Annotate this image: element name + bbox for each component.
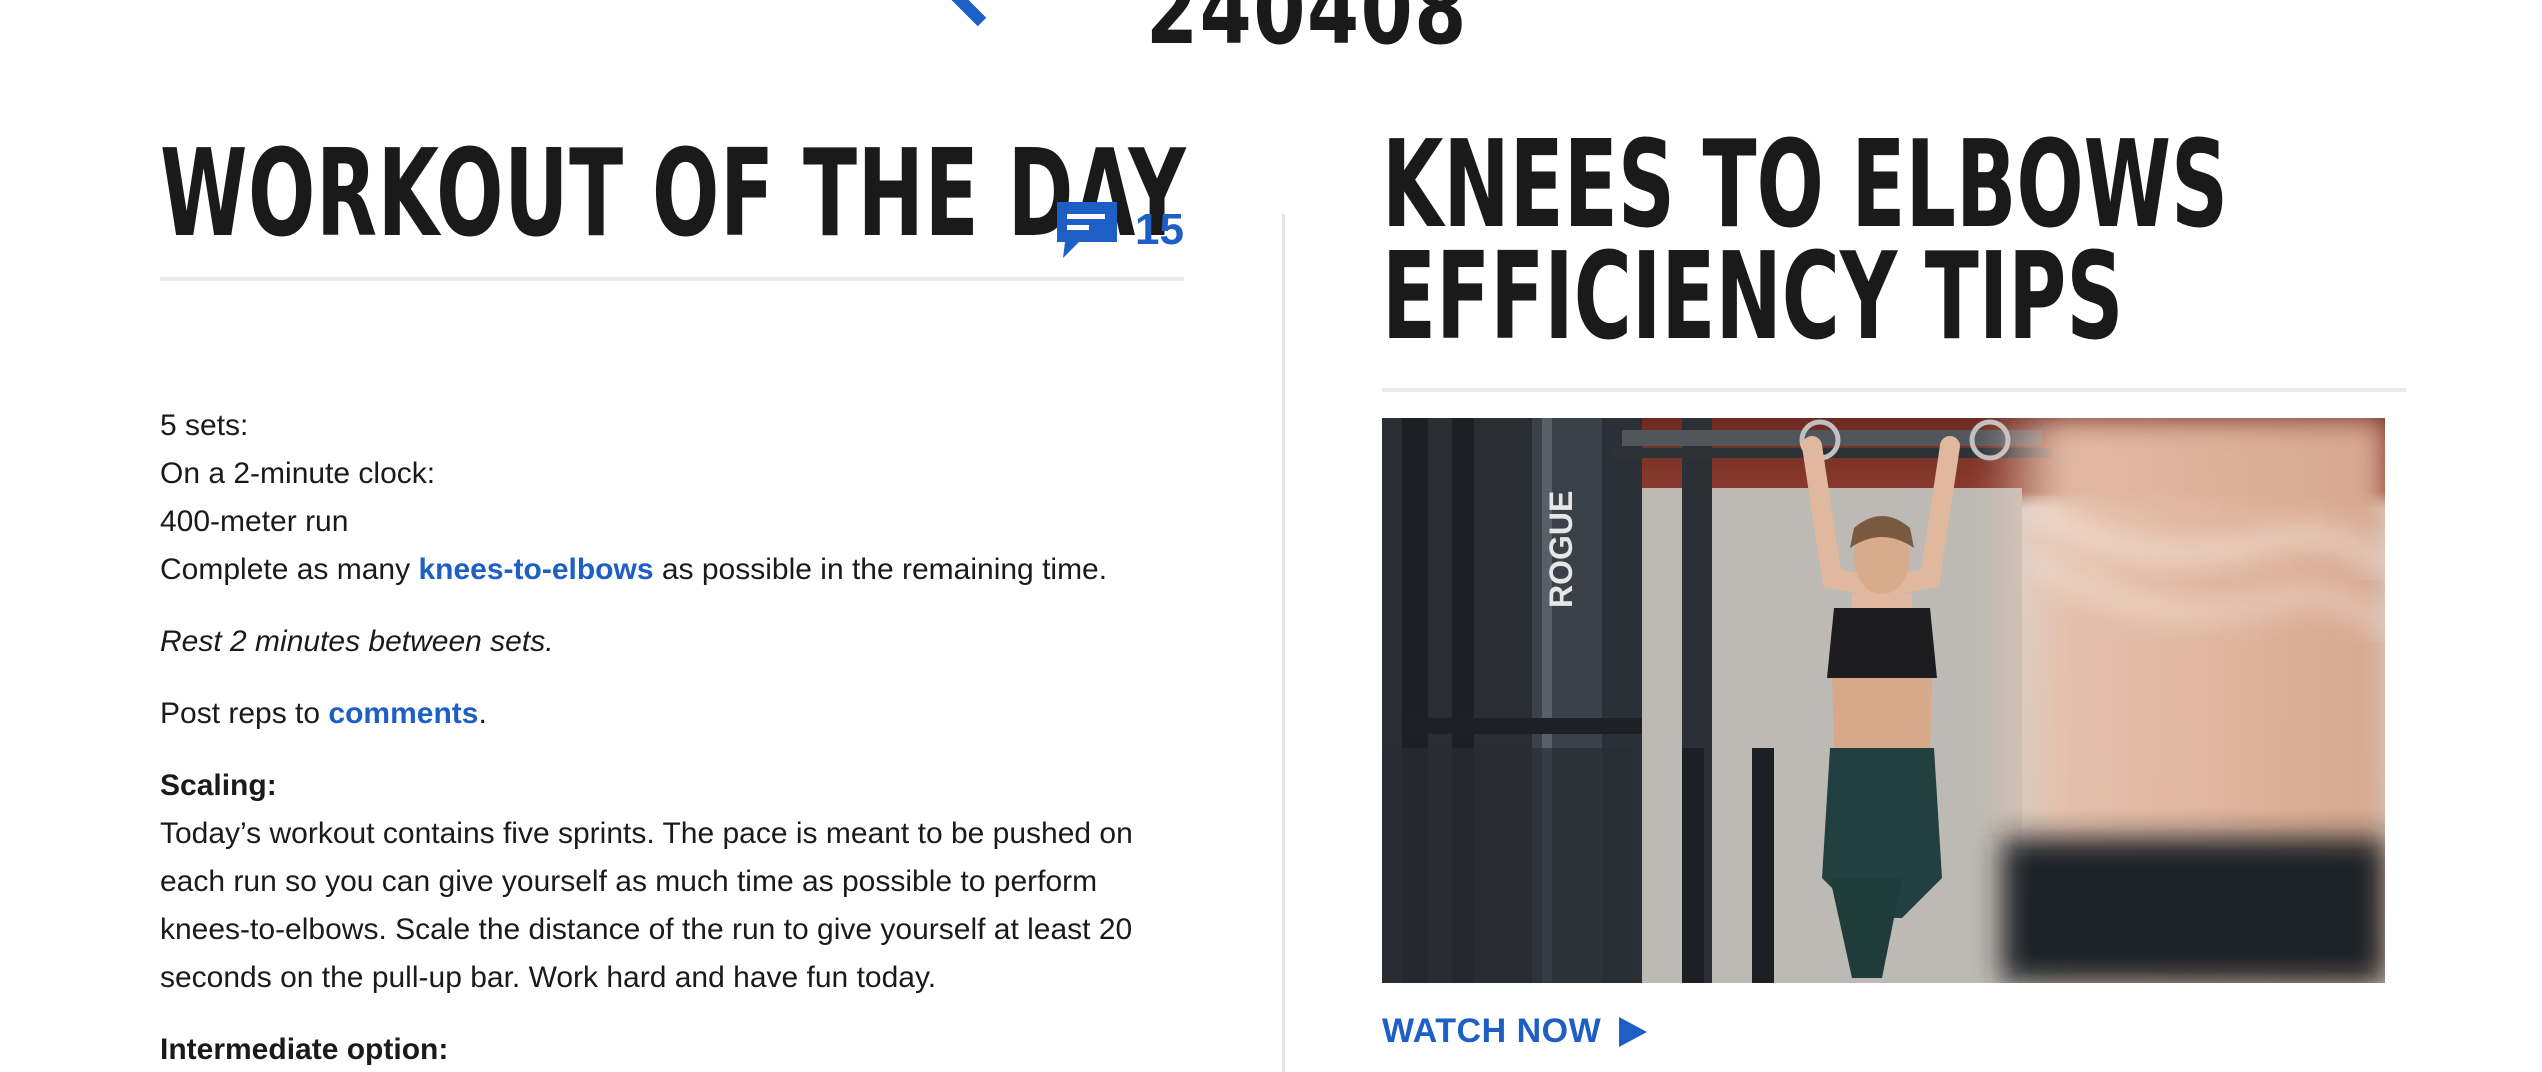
watch-now-button[interactable]: WATCH NOW [1382,1012,1649,1051]
athlete-photo: ROGUE [1382,418,2385,983]
wod-line: 400-meter run [160,505,349,538]
post-reps-line: Post reps to comments. [160,690,1184,738]
play-icon [1619,1016,1648,1047]
wod-text: Complete as many [160,553,419,586]
wod-line: Complete as many knees-to-elbows as poss… [160,546,1184,594]
scaling-text: Today’s workout contains five sprints. T… [160,817,1133,850]
intermediate-heading: Intermediate option: [160,1033,449,1066]
rack-brand-text: ROGUE [1543,491,1579,608]
chevron-left-icon[interactable] [930,0,1010,40]
knees-to-elbows-link[interactable]: knees-to-elbows [418,553,653,586]
feature-divider [1382,388,2406,392]
date-number: 240408 [1146,0,1468,66]
wod-text: as possible in the remaining time. [653,553,1108,586]
top-bar: 240408 [0,0,2542,70]
comments-text-link[interactable]: comments [328,697,478,730]
wod-text: . [478,697,487,730]
comments-link[interactable]: 15 [1057,202,1184,258]
column-divider [1282,214,1285,1072]
wod-header: WORKOUT OF THE DAY 15 [160,125,1187,281]
wod-body: 5 sets: On a 2-minute clock: 400-meter r… [160,402,1184,1072]
scaling-text: seconds on the pull-up bar. Work hard an… [160,961,937,994]
wod-line: 5 sets: [160,409,249,442]
watch-now-label: WATCH NOW [1382,1012,1602,1050]
scaling-text: knees-to-elbows. Scale the distance of t… [160,913,1133,946]
comment-count: 15 [1135,205,1184,254]
feature-title-line: EFFICIENCY TIPS [1382,228,2124,367]
feature-title[interactable]: KNEES TO ELBOWS EFFICIENCY TIPS [1382,126,2228,358]
rest-note: Rest 2 minutes between sets. [160,625,554,658]
feature-header: KNEES TO ELBOWS EFFICIENCY TIPS [1382,126,2406,392]
wod-text: Post reps to [160,697,329,730]
scaling-text: each run so you can give yourself as muc… [160,865,1098,898]
scaling-heading: Scaling: [160,769,277,802]
title-divider [160,277,1184,281]
comment-icon [1057,202,1118,258]
wod-line: On a 2-minute clock: [160,457,436,490]
feature-video-thumbnail[interactable]: ROGUE [1382,418,2385,983]
wod-title: WORKOUT OF THE DAY [160,125,1187,264]
